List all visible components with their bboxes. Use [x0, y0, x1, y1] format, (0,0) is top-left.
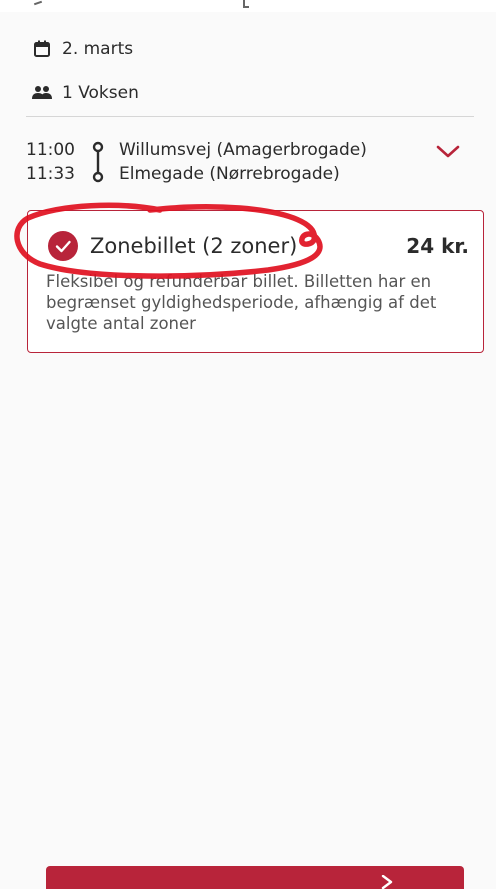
- trip-stops: Willumsvej (Amagerbrogade) Elmegade (Nør…: [119, 138, 367, 186]
- to-stop: Elmegade (Nørrebrogade): [119, 164, 340, 184]
- journey-date: 2. marts: [62, 39, 134, 59]
- cropped-header: [0, 0, 496, 12]
- ticket-selection-screen: 2. marts 1 Voksen 11:00 11:33 Willumsvej…: [0, 0, 496, 889]
- route-line-icon: [92, 141, 104, 183]
- calendar-icon: [32, 39, 52, 59]
- divider: [26, 116, 474, 117]
- ticket-option-card[interactable]: Zonebillet (2 zoner) 24 kr. Fleksibel og…: [27, 210, 484, 353]
- from-stop: Willumsvej (Amagerbrogade): [119, 140, 367, 160]
- continue-button[interactable]: [46, 866, 464, 889]
- ticket-price: 24 kr.: [406, 234, 469, 258]
- trip-summary[interactable]: 11:00 11:33 Willumsvej (Amagerbrogade) E…: [26, 138, 474, 188]
- ticket-description: Fleksibel og refunderbar billet. Billett…: [46, 272, 437, 333]
- arrival-time: 11:33: [26, 164, 75, 184]
- departure-time: 11:00: [26, 140, 75, 160]
- check-circle-icon: [48, 231, 78, 261]
- chevron-down-icon[interactable]: [434, 142, 462, 162]
- trip-times: 11:00 11:33: [26, 138, 75, 186]
- ticket-name: Zonebillet (2 zoner): [90, 234, 298, 258]
- passenger-row: 1 Voksen: [32, 83, 139, 103]
- passenger-count: 1 Voksen: [62, 83, 139, 103]
- people-icon: [32, 83, 52, 103]
- arrow-right-icon: [381, 875, 393, 889]
- journey-date-row: 2. marts: [32, 39, 133, 59]
